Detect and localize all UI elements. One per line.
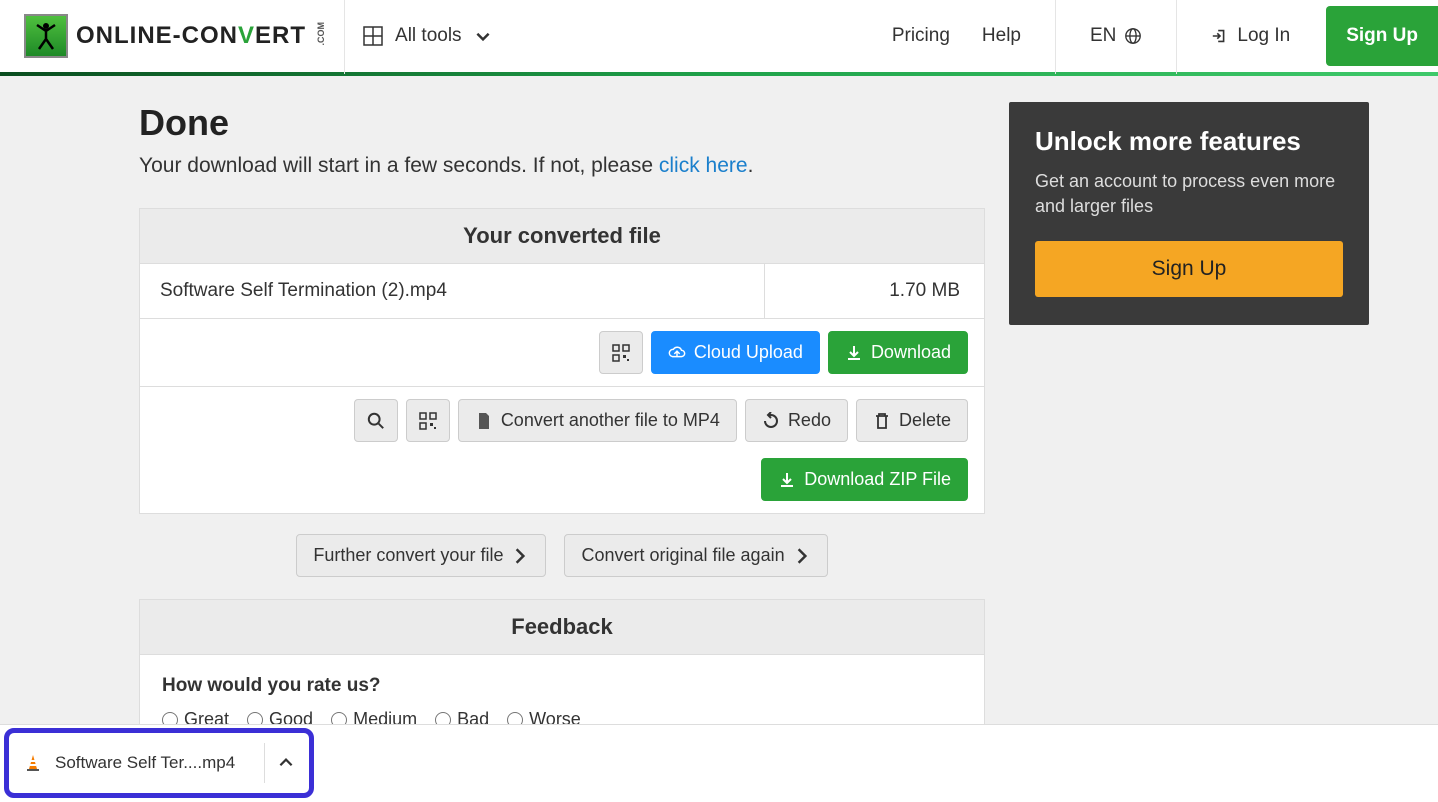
language-selector[interactable]: EN	[1074, 25, 1158, 47]
pricing-link[interactable]: Pricing	[876, 25, 966, 47]
download-button[interactable]: Download	[828, 331, 968, 374]
promo-card: Unlock more features Get an account to p…	[1009, 102, 1369, 325]
chevron-right-icon	[793, 547, 811, 565]
redo-icon	[762, 412, 780, 430]
help-link[interactable]: Help	[966, 25, 1037, 47]
secondary-actions: Convert another file to MP4 Redo Delete …	[140, 387, 984, 513]
download-filename: Software Self Ter....mp4	[55, 753, 252, 773]
redo-button[interactable]: Redo	[745, 399, 848, 442]
globe-icon	[1124, 27, 1142, 45]
convert-another-button[interactable]: Convert another file to MP4	[458, 399, 737, 442]
login-icon	[1211, 27, 1229, 45]
promo-signup-button[interactable]: Sign Up	[1035, 241, 1343, 297]
chevron-down-icon	[474, 27, 492, 45]
search-button[interactable]	[354, 399, 398, 442]
converted-header: Your converted file	[140, 209, 984, 264]
person-icon	[33, 21, 59, 51]
cloud-upload-icon	[668, 344, 686, 362]
primary-actions: Cloud Upload Download	[140, 319, 984, 387]
click-here-link[interactable]: click here	[659, 154, 748, 177]
qr-code-button[interactable]	[599, 331, 643, 374]
top-nav: ONLINE-CONVERT .COM All tools Pricing He…	[0, 0, 1438, 76]
download-icon	[845, 344, 863, 362]
feedback-question: How would you rate us?	[140, 655, 984, 709]
language-label: EN	[1090, 25, 1116, 47]
all-tools-label: All tools	[395, 25, 462, 47]
login-label: Log In	[1237, 25, 1290, 47]
promo-text: Get an account to process even more and …	[1035, 169, 1343, 219]
divider	[1176, 0, 1177, 74]
qr-code-icon	[419, 412, 437, 430]
qr-code-button-2[interactable]	[406, 399, 450, 442]
page-title: Done	[139, 102, 985, 144]
signup-button[interactable]: Sign Up	[1326, 6, 1438, 66]
divider	[344, 0, 345, 74]
brand-text: ONLINE-CONVERT	[76, 22, 306, 50]
sidebar: Unlock more features Get an account to p…	[1009, 102, 1369, 325]
chevron-right-icon	[511, 547, 529, 565]
divider	[264, 743, 265, 783]
download-chip[interactable]: Software Self Ter....mp4	[4, 728, 314, 798]
search-icon	[367, 412, 385, 430]
login-button[interactable]: Log In	[1195, 25, 1306, 47]
grid-icon	[363, 26, 383, 46]
all-tools-menu[interactable]: All tools	[363, 25, 492, 47]
file-size: 1.70 MB	[764, 264, 984, 318]
chevron-up-icon[interactable]	[277, 754, 295, 772]
further-links: Further convert your file Convert origin…	[139, 534, 985, 577]
promo-title: Unlock more features	[1035, 126, 1343, 157]
vlc-cone-icon	[23, 753, 43, 773]
feedback-header: Feedback	[140, 600, 984, 655]
converted-file-card: Your converted file Software Self Termin…	[139, 208, 985, 514]
browser-download-bar: Software Self Ter....mp4	[0, 724, 1438, 802]
download-zip-button[interactable]: Download ZIP File	[761, 458, 968, 501]
further-convert-button[interactable]: Further convert your file	[296, 534, 546, 577]
file-name: Software Self Termination (2).mp4	[140, 264, 764, 318]
logo-mark	[24, 14, 68, 58]
delete-button[interactable]: Delete	[856, 399, 968, 442]
brand-com: .COM	[316, 22, 326, 46]
cloud-upload-button[interactable]: Cloud Upload	[651, 331, 820, 374]
qr-code-icon	[612, 344, 630, 362]
file-icon	[475, 412, 493, 430]
brand-logo[interactable]: ONLINE-CONVERT .COM	[24, 14, 326, 58]
convert-original-button[interactable]: Convert original file again	[564, 534, 827, 577]
page-subtitle: Your download will start in a few second…	[139, 154, 985, 178]
file-row: Software Self Termination (2).mp4 1.70 M…	[140, 264, 984, 319]
divider	[1055, 0, 1056, 74]
trash-icon	[873, 412, 891, 430]
main-column: Done Your download will start in a few s…	[139, 102, 985, 773]
download-icon	[778, 471, 796, 489]
